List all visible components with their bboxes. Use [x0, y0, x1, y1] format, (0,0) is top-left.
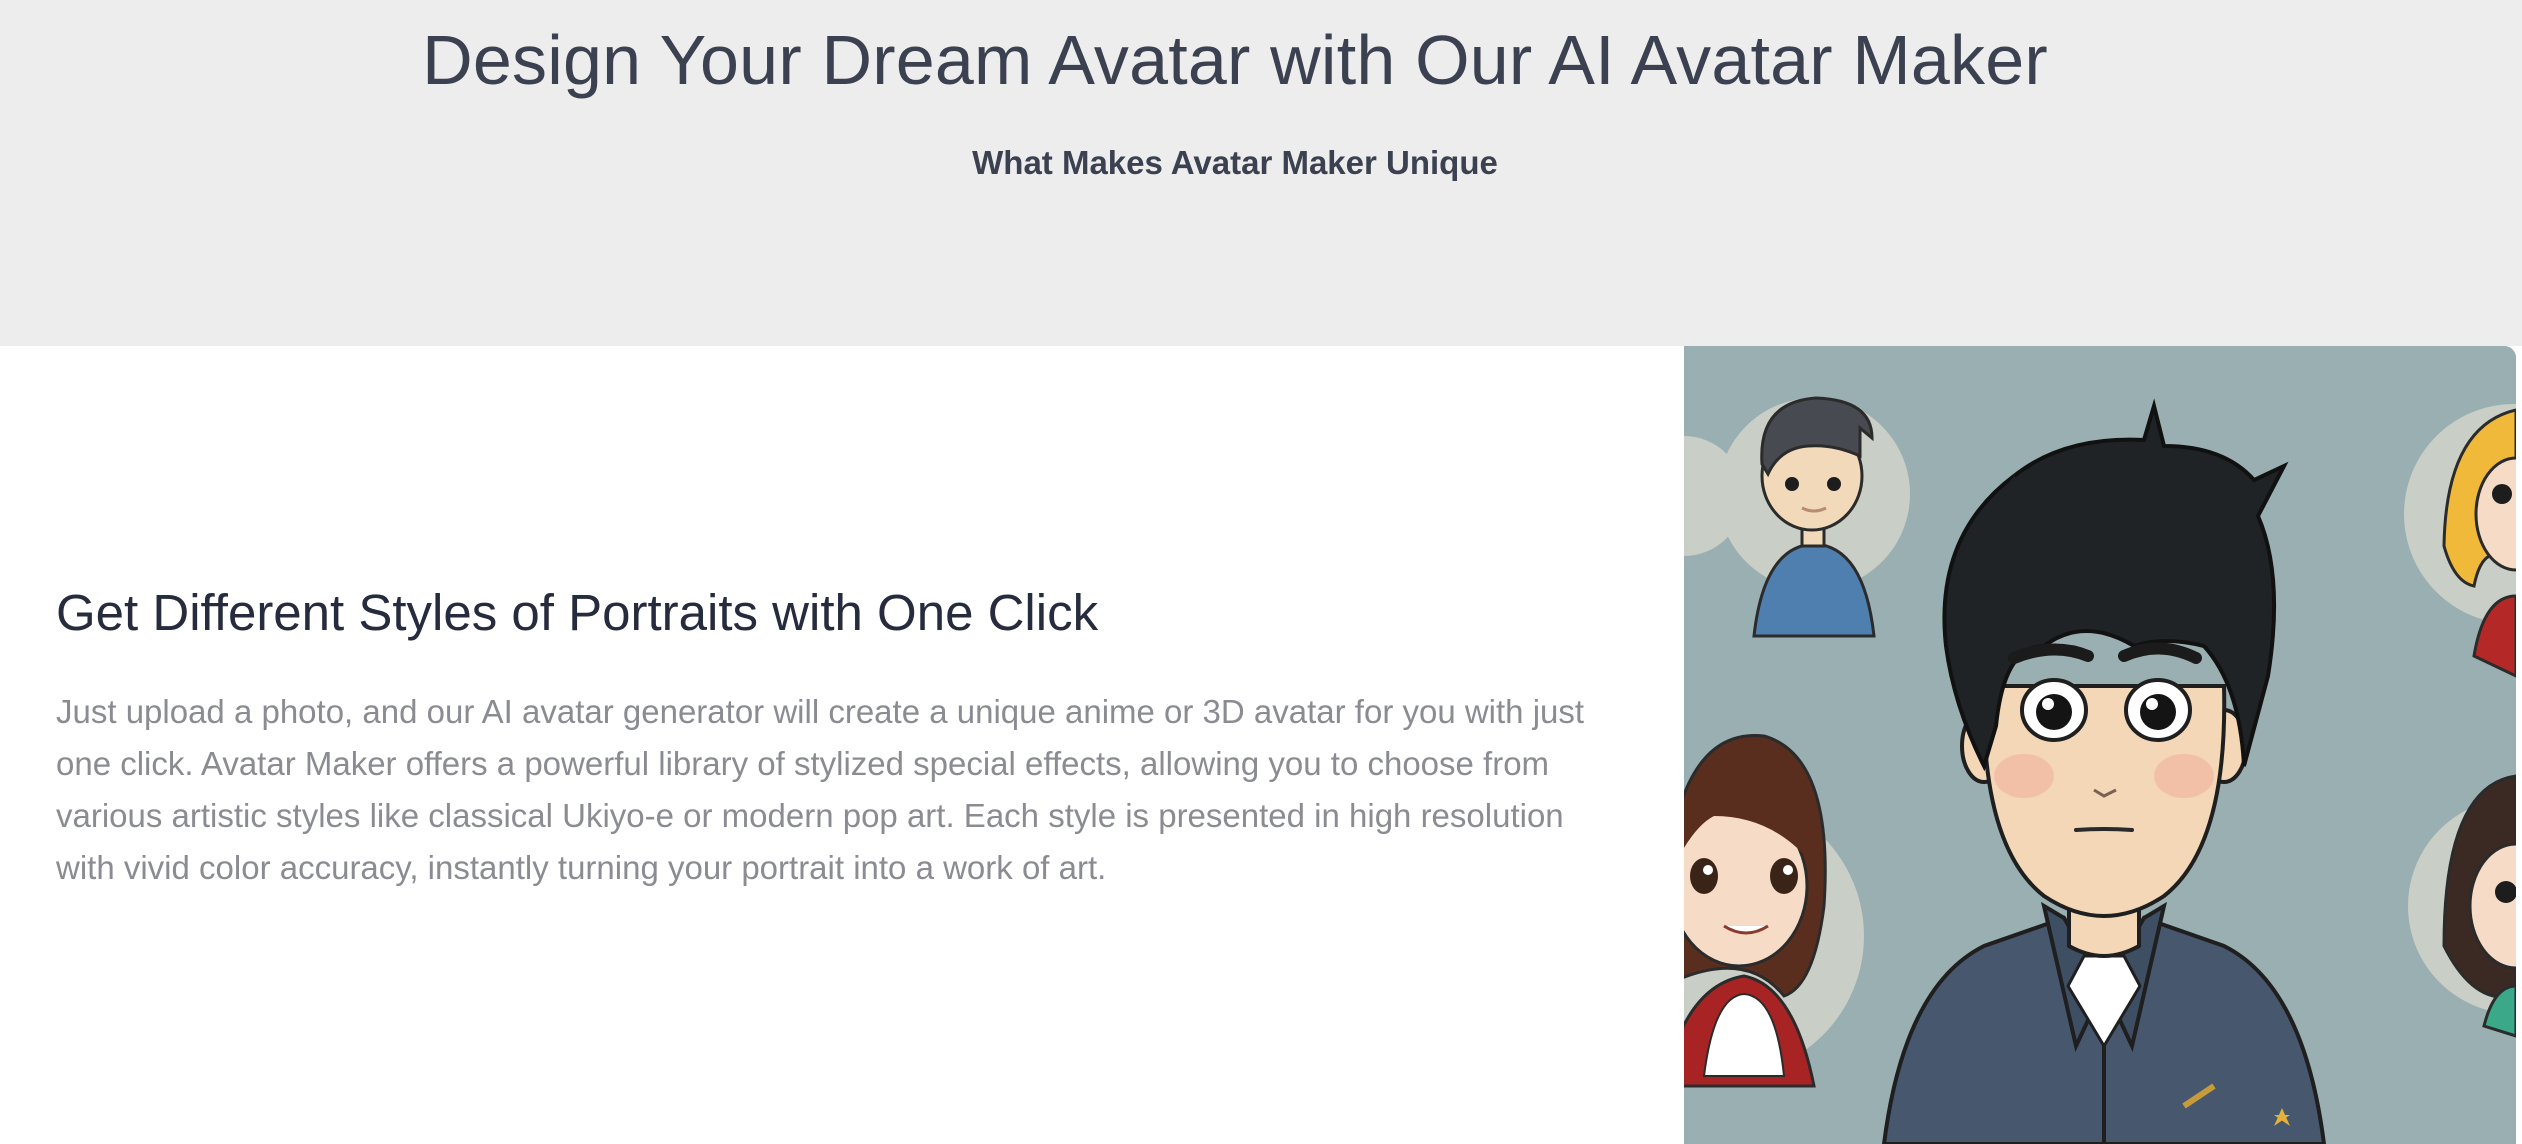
hero-title: Design Your Dream Avatar with Our AI Ava…: [422, 21, 2048, 99]
hero-section: Design Your Dream Avatar with Our AI Ava…: [0, 0, 2522, 346]
hero-subtitle: What Makes Avatar Maker Unique: [972, 144, 1498, 181]
feature-description: Just upload a photo, and our AI avatar g…: [56, 693, 1585, 886]
avatar-illustration: [1684, 346, 2516, 1144]
feature-title: Get Different Styles of Portraits with O…: [56, 584, 1099, 641]
